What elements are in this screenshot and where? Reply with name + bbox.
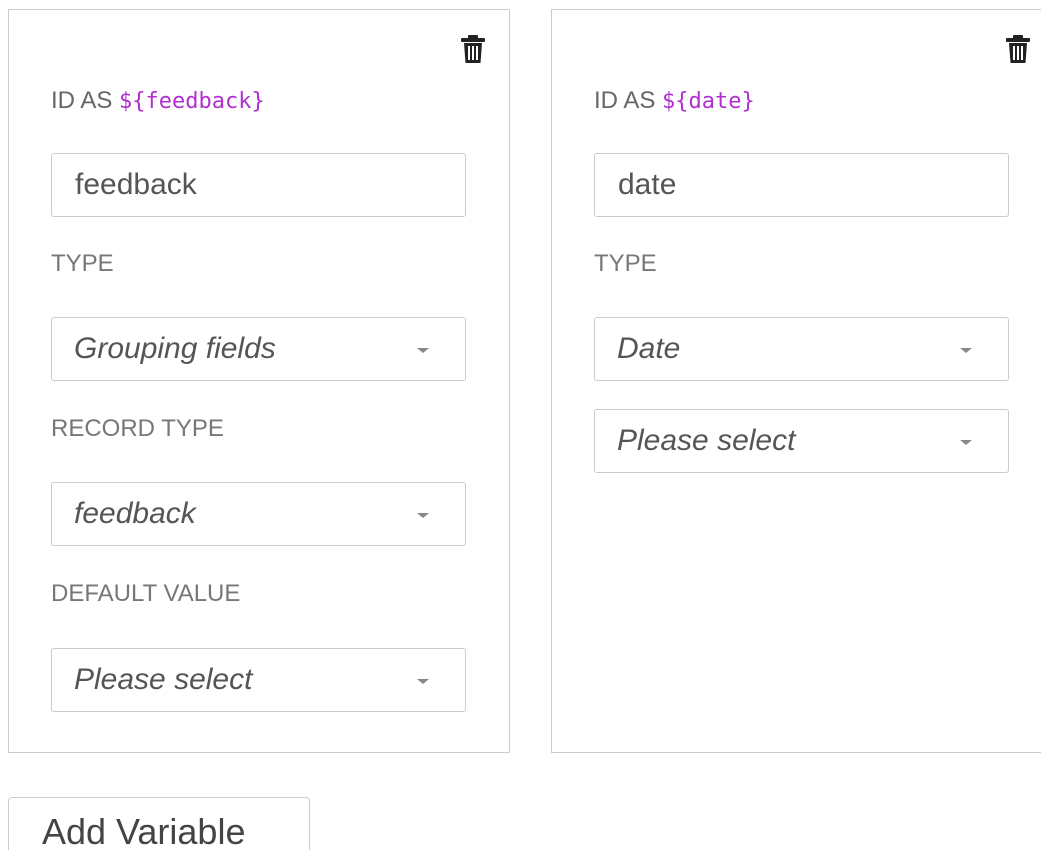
trash-icon-graphic bbox=[1006, 35, 1030, 63]
date-format-select-value: Please select bbox=[617, 424, 796, 457]
caret-down-icon bbox=[960, 440, 972, 445]
variable-card-date: ID AS ${date} TYPE Date Please select bbox=[551, 9, 1041, 753]
type-select[interactable]: Grouping fields bbox=[51, 317, 466, 381]
variable-token: ${date} bbox=[662, 89, 755, 114]
caret-down-icon bbox=[960, 348, 972, 353]
id-prefix: ID AS bbox=[594, 87, 663, 114]
trash-icon[interactable] bbox=[1003, 32, 1033, 66]
variable-id-input[interactable] bbox=[594, 153, 1009, 217]
default-value-label: DEFAULT VALUE bbox=[51, 580, 241, 607]
caret-down-icon bbox=[417, 348, 429, 353]
record-type-select[interactable]: feedback bbox=[51, 482, 466, 546]
date-format-select[interactable]: Please select bbox=[594, 409, 1009, 473]
variable-token: ${feedback} bbox=[119, 89, 265, 114]
type-select[interactable]: Date bbox=[594, 317, 1009, 381]
variable-card-feedback: ID AS ${feedback} TYPE Grouping fields R… bbox=[8, 9, 510, 753]
id-prefix: ID AS bbox=[51, 87, 120, 114]
add-variable-button[interactable]: Add Variable bbox=[8, 797, 310, 850]
type-label: TYPE bbox=[51, 250, 114, 277]
trash-icon-graphic bbox=[461, 35, 485, 63]
variables-editor: ID AS ${feedback} TYPE Grouping fields R… bbox=[0, 0, 1041, 850]
type-select-value: Date bbox=[617, 332, 681, 365]
record-type-select-value: feedback bbox=[74, 497, 196, 530]
type-select-value: Grouping fields bbox=[74, 332, 276, 365]
type-label: TYPE bbox=[594, 250, 657, 277]
default-value-select-value: Please select bbox=[74, 663, 253, 696]
record-type-label: RECORD TYPE bbox=[51, 415, 224, 442]
trash-icon[interactable] bbox=[458, 32, 488, 66]
variable-id-label: ID AS ${feedback} bbox=[51, 86, 265, 117]
variable-id-input[interactable] bbox=[51, 153, 466, 217]
default-value-select[interactable]: Please select bbox=[51, 648, 466, 712]
caret-down-icon bbox=[417, 679, 429, 684]
caret-down-icon bbox=[417, 513, 429, 518]
variable-id-label: ID AS ${date} bbox=[594, 86, 755, 117]
